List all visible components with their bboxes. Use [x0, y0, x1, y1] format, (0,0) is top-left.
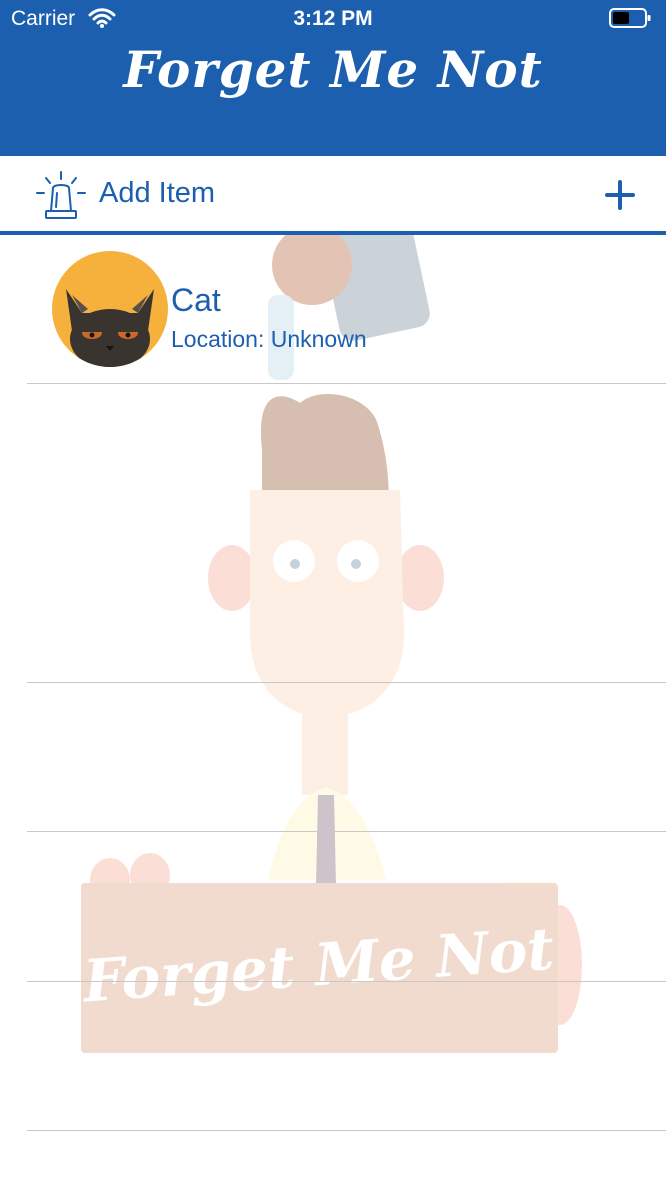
app-title: Forget Me Not	[123, 40, 543, 99]
item-location: Location: Unknown	[171, 326, 367, 352]
app-header: Carrier 3:12 PM Forget Me Not	[0, 0, 666, 156]
list-item-empty	[27, 982, 666, 1131]
list-item-empty	[27, 384, 666, 683]
add-item-bar[interactable]: Add Item	[0, 156, 666, 235]
cat-avatar-icon	[52, 251, 168, 367]
list-item[interactable]: Cat Location: Unknown	[27, 235, 666, 384]
list-item-empty	[27, 683, 666, 832]
list-item-empty	[27, 832, 666, 982]
battery-icon	[609, 8, 651, 28]
item-name: Cat	[171, 282, 221, 318]
status-time: 3:12 PM	[293, 7, 373, 30]
alarm-siren-icon	[36, 171, 86, 219]
add-item-label[interactable]: Add Item	[99, 177, 215, 210]
status-bar: Carrier 3:12 PM	[0, 0, 666, 40]
plus-icon[interactable]	[604, 179, 636, 211]
